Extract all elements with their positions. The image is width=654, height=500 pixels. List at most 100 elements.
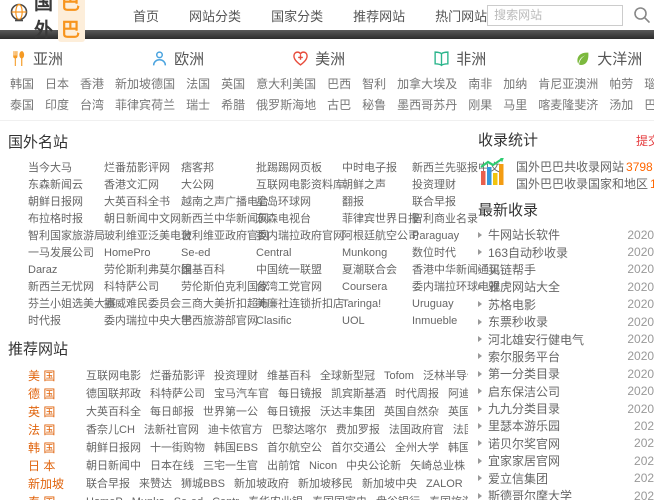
country-link[interactable]: 巴西 — [327, 75, 351, 92]
recommended-site-link[interactable]: 宝马汽车官 — [214, 385, 269, 403]
recommended-site-link[interactable]: 盘谷银行 — [376, 493, 420, 500]
country-link[interactable]: 南非 — [468, 75, 492, 92]
country-link[interactable]: 汤加 — [609, 96, 633, 113]
recommended-site-link[interactable]: 新加坡政府 — [234, 475, 289, 493]
recommended-site-link[interactable]: 泛林半导体 — [423, 367, 468, 385]
famous-site-link[interactable]: 朝鲜之声 — [342, 177, 412, 194]
country-link[interactable]: 瑙鲁 — [644, 75, 654, 92]
recommended-site-link[interactable]: ZALOR — [426, 475, 463, 493]
famous-site-link[interactable]: 玻利维亚泛美电台 — [104, 228, 181, 245]
country-link[interactable]: 帕劳 — [609, 75, 633, 92]
country-link[interactable]: 美国 — [292, 75, 316, 92]
country-link[interactable]: 台湾 — [80, 96, 104, 113]
famous-site-link[interactable]: 布拉格时报 — [28, 211, 104, 228]
latest-entry-name[interactable]: 买链帮手 — [488, 261, 536, 278]
famous-site-link[interactable]: 科特萨公司 — [104, 279, 181, 296]
recommended-site-link[interactable]: 巴黎达喀尔 — [272, 421, 327, 439]
latest-entry[interactable]: 宜家家居官网2020-8-9 — [478, 452, 654, 469]
country-link[interactable]: 俄罗斯 — [256, 96, 292, 113]
famous-site-link[interactable]: 当今大马 — [28, 160, 104, 177]
latest-entry-name[interactable]: 索尔服务平台 — [488, 348, 560, 365]
famous-site-link[interactable]: Taringa! — [342, 296, 412, 313]
recommended-site-link[interactable]: 新加坡移民 — [298, 475, 353, 493]
country-link[interactable]: 海地 — [292, 96, 316, 113]
famous-site-link[interactable]: 朝日新闻中文网 — [104, 211, 181, 228]
latest-entry-name[interactable]: 苏格电影 — [488, 296, 536, 313]
recommended-site-link[interactable]: 泰国旅游局 — [429, 493, 468, 500]
recommended-country-label[interactable]: 泰 国 — [28, 493, 74, 500]
country-link[interactable]: 韩国 — [10, 75, 34, 92]
recommended-site-link[interactable]: 每日镜报 — [278, 385, 322, 403]
famous-site-link[interactable]: 中国统一联盟 — [256, 262, 342, 279]
latest-entry-name[interactable]: 斯德哥尔摩大学 — [488, 487, 572, 500]
recommended-site-link[interactable]: 法国政府官 — [389, 421, 444, 439]
recommended-site-link[interactable]: 首尔交通公 — [331, 439, 386, 457]
recommended-site-link[interactable]: Nicon — [309, 457, 337, 475]
famous-site-link[interactable]: Clasific — [256, 313, 342, 330]
nav-item-4[interactable]: 热门网站 — [435, 6, 487, 25]
recommended-site-link[interactable]: 维基百科 — [267, 367, 311, 385]
famous-site-link[interactable]: 翻报 — [342, 194, 412, 211]
continent-title-1[interactable]: 欧洲 — [151, 48, 292, 69]
latest-entry-name[interactable]: 里瑟本游乐园 — [488, 417, 560, 434]
recommended-site-link[interactable]: 全州大学 — [395, 439, 439, 457]
latest-entry-name[interactable]: 第一分类目录 — [488, 365, 560, 382]
recommended-site-link[interactable]: 来赞达 — [139, 475, 172, 493]
country-link[interactable]: 马里 — [503, 96, 527, 113]
recommended-country-label[interactable]: 美 国 — [28, 367, 74, 385]
recommended-site-link[interactable]: 互联网电影 — [86, 367, 141, 385]
recommended-country-label[interactable]: 英 国 — [28, 403, 74, 421]
famous-site-link[interactable]: 时代报 — [28, 313, 104, 330]
latest-entry[interactable]: 启东保洁公司2020-8-12 — [478, 383, 654, 400]
latest-entry-name[interactable]: 宜家家居官网 — [488, 452, 560, 469]
country-link[interactable]: 秘鲁 — [362, 96, 386, 113]
recommended-country-label[interactable]: 日 本 — [28, 457, 74, 475]
country-link[interactable]: 瑞士 — [186, 96, 210, 113]
recommended-site-link[interactable]: 迪卡侬官方 — [208, 421, 263, 439]
recommended-site-link[interactable]: 香奈儿CH — [86, 421, 135, 439]
country-link[interactable]: 喀麦隆 — [538, 96, 574, 113]
recommended-site-link[interactable]: 世界第一公 — [203, 403, 258, 421]
recommended-site-link[interactable]: 沃达丰集团 — [320, 403, 375, 421]
famous-site-link[interactable]: 菲律宾世界日报 — [342, 211, 412, 228]
famous-site-link[interactable]: 委内瑞拉政府官网 — [256, 228, 342, 245]
famous-site-link[interactable]: 美廉社连锁折扣店 — [256, 296, 342, 313]
recommended-site-link[interactable]: 韩国大众音 — [448, 439, 468, 457]
recommended-site-link[interactable]: 十一街购物 — [150, 439, 205, 457]
country-link[interactable]: 意大利 — [256, 75, 292, 92]
recommended-site-link[interactable]: Tofom — [384, 367, 414, 385]
famous-site-link[interactable]: 阿根廷航空公司 — [342, 228, 412, 245]
recommended-site-link[interactable]: 全球新型冠 — [320, 367, 375, 385]
famous-site-link[interactable]: 香港文汇网 — [104, 177, 181, 194]
recommended-site-link[interactable]: 泰国国家电 — [312, 493, 367, 500]
submit-site-link[interactable]: 提交网站 — [636, 132, 654, 149]
famous-site-link[interactable]: 委内瑞拉中央大学 — [104, 313, 181, 330]
recommended-site-link[interactable]: 狮城BBS — [181, 475, 225, 493]
famous-site-link[interactable]: 东森电视台 — [256, 211, 342, 228]
latest-entry[interactable]: 索尔服务平台2020-8-14 — [478, 348, 654, 365]
continent-title-0[interactable]: 亚洲 — [10, 48, 151, 69]
famous-site-link[interactable]: 越南之声广播电台 — [181, 194, 256, 211]
famous-site-link[interactable]: 中时电子报 — [342, 160, 412, 177]
country-link[interactable]: 加拿大 — [397, 75, 433, 92]
recommended-country-label[interactable]: 韩 国 — [28, 439, 74, 457]
latest-entry[interactable]: 九九分类目录2020-8-10 — [478, 400, 654, 417]
famous-site-link[interactable]: Daraz — [28, 262, 104, 279]
recommended-site-link[interactable]: 大英百科全 — [86, 403, 141, 421]
famous-site-link[interactable]: Se-ed — [181, 245, 256, 262]
nav-item-3[interactable]: 推荐网站 — [353, 6, 405, 25]
famous-site-link[interactable]: 互联网电影资料库 — [256, 177, 342, 194]
recommended-site-link[interactable]: 出前馆 — [267, 457, 300, 475]
recommended-site-link[interactable]: 投资理财 — [214, 367, 258, 385]
famous-site-link[interactable]: 芬兰小姐选美大赛 — [28, 296, 104, 313]
latest-entry[interactable]: 第一分类目录2020-8-13 — [478, 365, 654, 382]
latest-entry-name[interactable]: 河北雄安行健电气 — [488, 331, 584, 348]
country-link[interactable]: 新加坡 — [115, 75, 151, 92]
famous-site-link[interactable]: 智利国家旅游局 — [28, 228, 104, 245]
latest-entry[interactable]: 爱立信集团2020-8-9 — [478, 469, 654, 486]
latest-entry-name[interactable]: 牛网站长软件 — [488, 226, 560, 243]
recommended-site-link[interactable]: 英国每日快 — [448, 403, 468, 421]
famous-site-link[interactable]: 新西兰中华新闻网 — [181, 211, 256, 228]
latest-entry[interactable]: 斯德哥尔摩大学2020-8-9 — [478, 487, 654, 500]
recommended-site-link[interactable]: Munko — [132, 493, 165, 500]
